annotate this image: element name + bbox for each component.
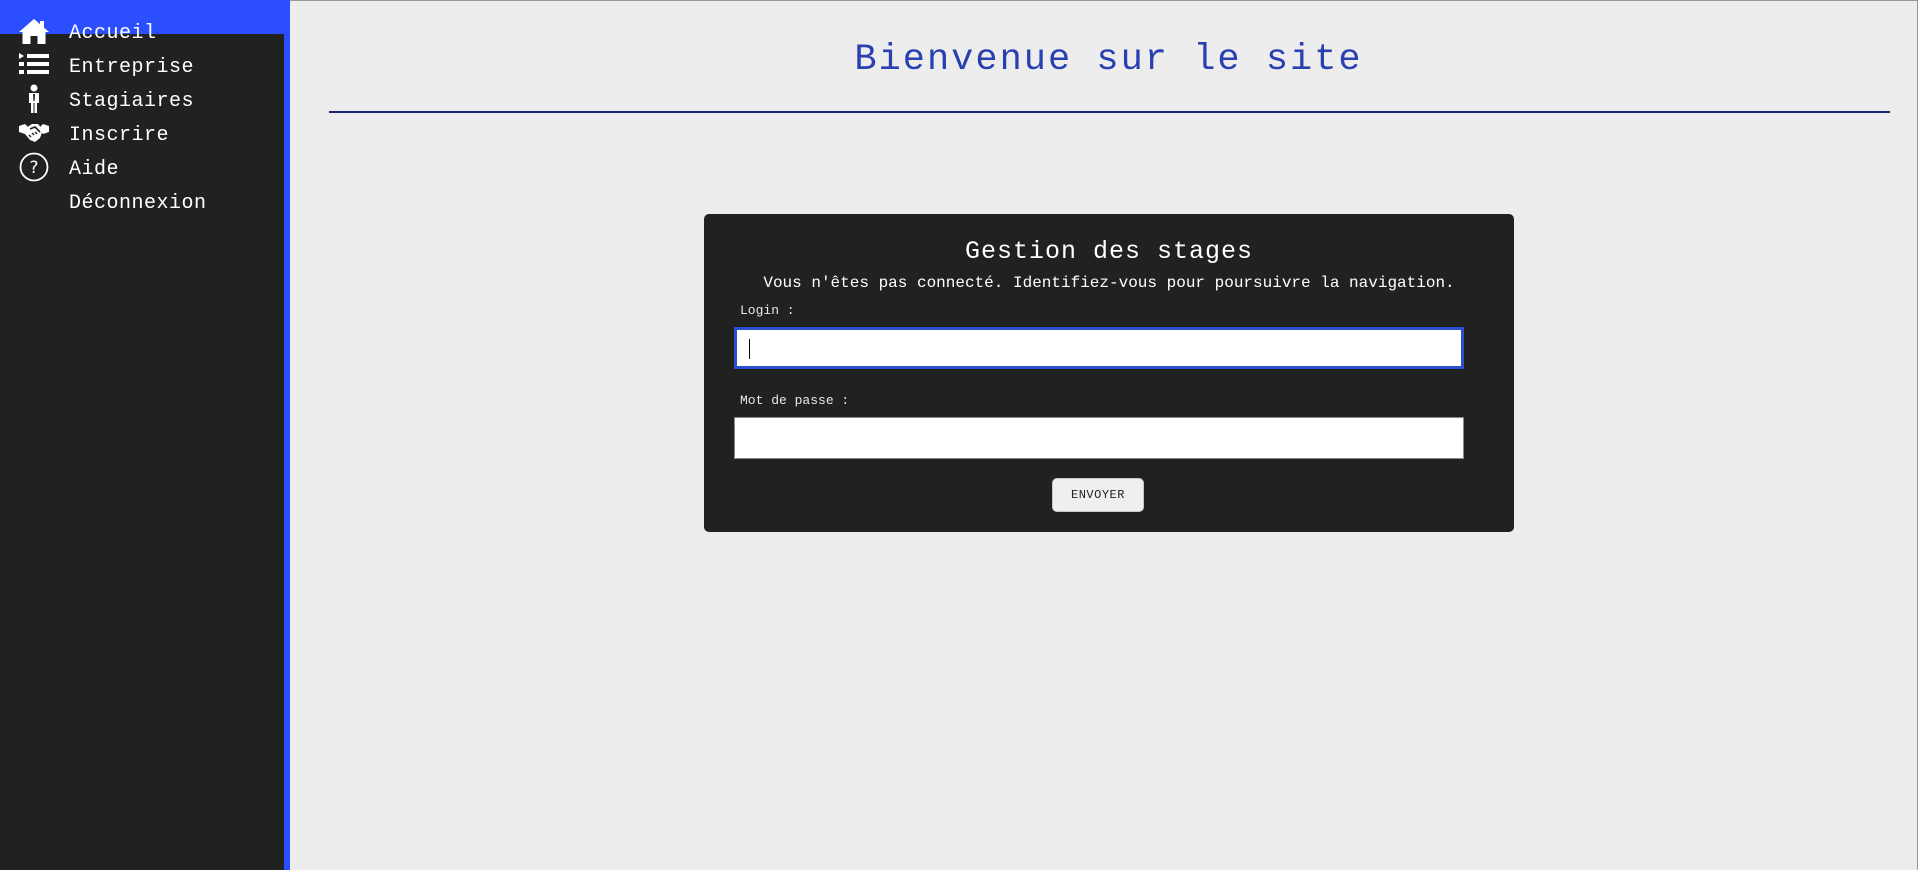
sidebar-item-label: Stagiaires — [69, 90, 195, 113]
submit-button[interactable]: ENVOYER — [1052, 478, 1144, 512]
home-icon — [18, 16, 50, 46]
sidebar-item-label: Inscrire — [69, 124, 170, 147]
sidebar-item-label: Aide — [69, 158, 120, 181]
login-card: Gestion des stages Vous n'êtes pas conne… — [704, 214, 1514, 532]
password-input[interactable] — [734, 417, 1464, 459]
password-label: Mot de passe : — [740, 393, 850, 408]
sidebar-item-entreprise[interactable]: Entreprise — [0, 48, 284, 82]
sidebar-item-deconnexion[interactable]: Déconnexion — [0, 184, 284, 218]
login-message: Vous n'êtes pas connecté. Identifiez-vou… — [763, 274, 1455, 292]
sidebar-item-stagiaires[interactable]: Stagiaires — [0, 82, 284, 116]
list-icon — [18, 50, 50, 80]
login-title: Gestion des stages — [964, 237, 1254, 266]
title-divider — [329, 111, 1890, 113]
nav-menu: Accueil Entreprise Stagiaires Inscrire ?… — [0, 14, 284, 218]
sidebar-item-label: Accueil — [69, 22, 157, 45]
sidebar-item-label: Déconnexion — [69, 192, 207, 215]
login-label: Login : — [740, 303, 795, 318]
svg-text:?: ? — [29, 158, 38, 178]
page-title: Bienvenue sur le site — [854, 39, 1363, 81]
help-icon: ? — [18, 152, 50, 182]
person-icon — [18, 84, 50, 114]
sidebar-item-label: Entreprise — [69, 56, 195, 79]
sidebar-item-inscrire[interactable]: Inscrire — [0, 116, 284, 150]
handshake-icon — [18, 118, 50, 148]
sidebar: Accueil Entreprise Stagiaires Inscrire ?… — [0, 0, 290, 870]
text-caret — [749, 339, 750, 359]
sidebar-item-accueil[interactable]: Accueil — [0, 14, 284, 48]
sidebar-item-aide[interactable]: ? Aide — [0, 150, 284, 184]
login-input[interactable] — [734, 327, 1464, 369]
main-content: Bienvenue sur le site Gestion des stages… — [290, 0, 1918, 870]
